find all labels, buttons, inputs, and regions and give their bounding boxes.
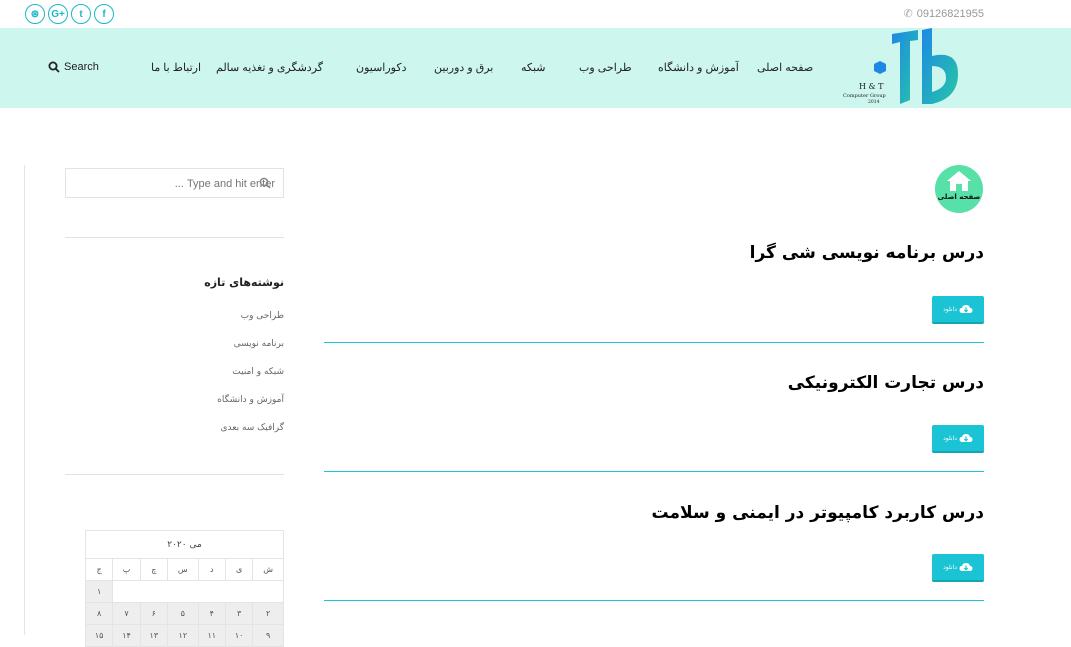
post-title[interactable]: درس کاربرد کامپیوتر در ایمنی و سلامت	[652, 503, 984, 523]
recent-post-link[interactable]: شبکه و امنیت	[232, 367, 284, 377]
download-button[interactable]: دانلود	[932, 296, 984, 324]
header-search-label: Search	[64, 61, 99, 73]
nav-item-web-design[interactable]: طراحی وب	[579, 61, 632, 74]
calendar-day: ۲	[252, 602, 284, 625]
calendar-day: ۴	[197, 602, 226, 625]
calendar-day: ۷	[112, 602, 141, 625]
logo-letters: H & T	[859, 82, 884, 91]
calendar-day: ۹	[252, 624, 284, 647]
calendar-day: ۱۵	[84, 624, 114, 647]
site-logo[interactable]: H & T Computer Group 2014	[840, 28, 960, 108]
calendar-week: ۸ ۷ ۶ ۵ ۴ ۳ ۲	[84, 602, 284, 625]
facebook-icon[interactable]: f	[94, 4, 114, 24]
download-button[interactable]: دانلود	[932, 554, 984, 582]
dribbble-icon[interactable]: ⊛	[25, 4, 45, 24]
site-header: H & T Computer Group 2014 صفحه اصلی آموز…	[0, 28, 1071, 108]
sidebar-divider	[24, 165, 25, 635]
post-separator	[324, 471, 984, 472]
logo-year: 2014	[868, 99, 880, 105]
home-badge[interactable]: صفحه اصلی	[935, 165, 983, 213]
calendar-day: ۱۳	[139, 624, 168, 647]
calendar-caption: می ۲۰۲۰	[85, 530, 284, 558]
cloud-download-icon	[959, 305, 973, 313]
sidebar-separator	[65, 237, 284, 238]
calendar-day: ۱۰	[224, 624, 254, 647]
post-title[interactable]: درس برنامه نویسی شی گرا	[750, 243, 984, 263]
calendar-day: ۵	[166, 602, 199, 625]
calendar-week: ۱۵ ۱۴ ۱۳ ۱۲ ۱۱ ۱۰ ۹	[84, 624, 284, 647]
calendar-day: ۸	[84, 602, 114, 625]
calendar-day: ۳	[224, 602, 254, 625]
calendar-weekday: چ	[139, 558, 168, 581]
calendar-day: ۶	[139, 602, 168, 625]
post-separator	[324, 600, 984, 601]
calendar-weekdays: ج پ چ س د ی ش	[84, 558, 284, 581]
top-bar: ⊛ G+ t f ✆ 09126821955	[0, 0, 1071, 28]
calendar-pad	[112, 580, 284, 603]
logo-subtitle: Computer Group	[843, 93, 886, 99]
calendar-weekday: د	[197, 558, 226, 581]
nav-item-contact[interactable]: ارتباط با ما	[151, 61, 201, 74]
calendar-weekday: ی	[224, 558, 254, 581]
nav-item-tourism-nutrition[interactable]: گردشگری و تغذیه سالم	[216, 61, 323, 74]
nav-item-decoration[interactable]: دکوراسیون	[356, 61, 406, 74]
download-label: دانلود	[943, 434, 957, 442]
search-icon[interactable]	[259, 177, 271, 189]
download-label: دانلود	[943, 305, 957, 313]
phone-number: 09126821955	[916, 7, 984, 20]
sidebar-separator	[65, 474, 284, 475]
nav-item-network[interactable]: شبکه	[521, 61, 546, 74]
twitter-icon[interactable]: t	[71, 4, 91, 24]
calendar-widget: می ۲۰۲۰ ج پ چ س د ی ش ۱ ۸ ۷ ۶ ۵ ۴ ۳ ۲ ۱۵…	[84, 530, 284, 647]
sidebar-search-input[interactable]	[90, 175, 275, 192]
phone-icon: ✆	[903, 8, 913, 20]
recent-posts-title: نوشته‌های تازه	[204, 276, 284, 289]
download-button[interactable]: دانلود	[932, 425, 984, 453]
calendar-weekday: پ	[112, 558, 141, 581]
home-badge-label: صفحه اصلی	[937, 193, 981, 201]
nav-item-electrical-camera[interactable]: برق و دوربین	[434, 61, 493, 74]
nav-item-home[interactable]: صفحه اصلی	[757, 61, 813, 74]
calendar-weekday: ش	[252, 558, 284, 581]
social-links: ⊛ G+ t f	[25, 4, 114, 24]
recent-post-link[interactable]: برنامه نویسی	[234, 339, 284, 349]
calendar-day: ۱۲	[166, 624, 199, 647]
calendar-day: ۱۴	[112, 624, 141, 647]
calendar-weekday: س	[166, 558, 199, 581]
calendar-day: ۱۱	[197, 624, 226, 647]
google-plus-icon[interactable]: G+	[48, 4, 68, 24]
nav-item-education[interactable]: آموزش و دانشگاه	[658, 61, 739, 74]
cloud-download-icon	[959, 563, 973, 571]
phone-contact: ✆ 09126821955	[903, 7, 984, 21]
sidebar-search	[65, 168, 284, 198]
post-title[interactable]: درس تجارت الکترونیکی	[788, 373, 984, 393]
calendar-week: ۱	[84, 580, 284, 603]
post-separator	[324, 342, 984, 343]
cloud-download-icon	[959, 434, 973, 442]
download-label: دانلود	[943, 563, 957, 571]
recent-post-link[interactable]: طراحی وب	[241, 311, 284, 321]
header-search-button[interactable]: Search	[48, 61, 99, 73]
recent-post-link[interactable]: گرافیک سه بعدی	[220, 423, 284, 433]
recent-post-link[interactable]: آموزش و دانشگاه	[217, 395, 284, 405]
calendar-day: ۱	[84, 580, 114, 603]
calendar-weekday: ج	[84, 558, 114, 581]
search-icon	[48, 61, 60, 73]
